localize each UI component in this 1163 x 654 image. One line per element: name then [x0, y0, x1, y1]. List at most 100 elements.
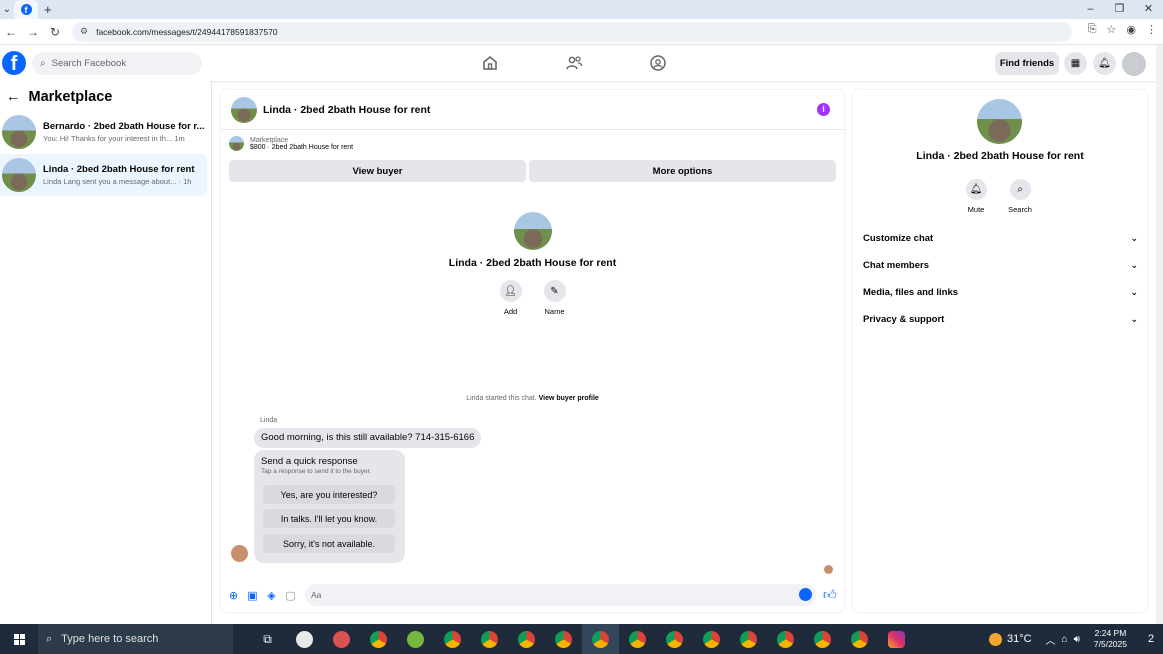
- back-arrow-icon[interactable]: ←: [0, 25, 22, 39]
- chrome-icon[interactable]: [434, 624, 471, 654]
- utorrent-icon[interactable]: [397, 624, 434, 654]
- chrome-icon[interactable]: [656, 624, 693, 654]
- chat-avatar[interactable]: [231, 96, 257, 123]
- message-input[interactable]: Aa: [305, 584, 816, 606]
- chrome-icon[interactable]: [693, 624, 730, 654]
- task-view-icon[interactable]: ⧉: [249, 624, 286, 654]
- browser-tab-facebook[interactable]: f: [14, 0, 38, 19]
- media-files-links-section[interactable]: Media, files and links ⌄: [863, 282, 1138, 302]
- chrome-icon[interactable]: [730, 624, 767, 654]
- photo-icon[interactable]: ▣: [246, 590, 259, 603]
- name-label: Name: [544, 307, 565, 316]
- gif-icon[interactable]: ▢: [284, 590, 297, 603]
- windows-taskbar: ⌕ Type here to search ⧉ 31°C ︿ ⌂ 🔊︎ 2:24…: [0, 624, 1163, 654]
- find-friends-button[interactable]: Find friends: [995, 52, 1059, 75]
- chrome-icon-active[interactable]: [582, 624, 619, 654]
- chrome-icon[interactable]: [619, 624, 656, 654]
- view-buyer-profile-link[interactable]: View buyer profile: [539, 395, 599, 402]
- notification-center-icon[interactable]: 2: [1139, 633, 1163, 645]
- facebook-logo-icon[interactable]: f: [2, 51, 26, 75]
- notifications-bell-icon[interactable]: 🔔︎: [1093, 52, 1116, 75]
- instagram-icon[interactable]: [878, 624, 915, 654]
- address-bar[interactable]: ⚙ facebook.com/messages/t/24944178591837…: [72, 21, 1072, 42]
- search-chat-button[interactable]: ⌕ Search: [1008, 179, 1032, 214]
- customize-chat-section[interactable]: Customize chat ⌄: [863, 228, 1138, 248]
- marketplace-sidebar: ← Marketplace Bernardo · 2bed 2bath Hous…: [0, 81, 212, 624]
- message-bubble[interactable]: Good morning, is this still available? 7…: [254, 428, 482, 448]
- name-chat-button[interactable]: ✎ Name: [543, 280, 566, 316]
- chat-intro: Linda · 2bed 2bath House for rent 👤︎ Add…: [221, 212, 844, 316]
- install-app-icon[interactable]: ⎘: [1088, 23, 1097, 36]
- privacy-support-section[interactable]: Privacy & support ⌄: [863, 309, 1138, 329]
- taskbar-app-icon[interactable]: [286, 624, 323, 654]
- profile-icon[interactable]: ◉: [1126, 23, 1136, 36]
- friends-icon[interactable]: [565, 54, 583, 72]
- view-buyer-button[interactable]: View buyer: [229, 160, 526, 182]
- chrome-icon[interactable]: [767, 624, 804, 654]
- back-arrow-icon[interactable]: ←: [6, 89, 21, 105]
- thumbs-up-icon[interactable]: 👍︎: [823, 587, 837, 603]
- chrome-icon[interactable]: [508, 624, 545, 654]
- network-icon[interactable]: ⌂: [1062, 634, 1068, 645]
- chrome-icon[interactable]: [471, 624, 508, 654]
- weather-icon: [988, 632, 1002, 646]
- sender-avatar[interactable]: [231, 545, 248, 562]
- mute-label: Mute: [967, 205, 985, 214]
- tab-search-chevron-icon[interactable]: ⌄: [0, 4, 14, 15]
- menu-grid-icon[interactable]: ▦: [1064, 52, 1087, 75]
- plus-icon[interactable]: ⊕: [227, 590, 240, 603]
- message-composer: ⊕ ▣ ◈ ▢ Aa 👍︎: [221, 584, 844, 608]
- tray-chevron-icon[interactable]: ︿: [1046, 632, 1056, 647]
- chrome-icon[interactable]: [545, 624, 582, 654]
- restore-button[interactable]: ❐: [1105, 0, 1134, 19]
- taskbar-search-box[interactable]: ⌕ Type here to search: [38, 624, 233, 654]
- minimize-button[interactable]: –: [1076, 0, 1105, 19]
- info-icon[interactable]: i: [817, 103, 830, 116]
- chrome-icon[interactable]: [360, 624, 397, 654]
- listing-summary[interactable]: Marketplace $800 · 2bed 2bath House for …: [229, 136, 353, 151]
- sidebar-header: ← Marketplace: [6, 89, 112, 105]
- bookmark-star-icon[interactable]: ☆: [1107, 23, 1117, 36]
- add-member-button[interactable]: 👤︎ Add: [499, 280, 522, 316]
- chat-members-section[interactable]: Chat members ⌄: [863, 255, 1138, 275]
- marketplace-label: Marketplace: [250, 136, 289, 144]
- start-button[interactable]: [0, 624, 38, 654]
- taskbar-app-icon[interactable]: [323, 624, 360, 654]
- conversation-item[interactable]: Bernardo · 2bed 2bath House for r... You…: [0, 111, 207, 153]
- chat-title[interactable]: Linda · 2bed 2bath House for rent: [263, 104, 430, 116]
- forward-arrow-icon[interactable]: →: [22, 25, 44, 39]
- facebook-search-input[interactable]: ⌕ Search Facebook: [32, 52, 202, 75]
- system-clock[interactable]: 2:24 PM 7/5/2025: [1094, 628, 1127, 650]
- quick-response-button[interactable]: Yes, are you interested?: [263, 485, 395, 504]
- chrome-icon[interactable]: [841, 624, 878, 654]
- message-input-placeholder: Aa: [311, 590, 322, 600]
- sticker-icon[interactable]: ◈: [265, 590, 278, 603]
- conversation-name: Bernardo · 2bed 2bath House for r...: [43, 121, 205, 132]
- conversation-preview: Linda Lang sent you a message about... ·…: [43, 177, 192, 186]
- page-scrollbar[interactable]: [1156, 45, 1163, 624]
- section-label: Customize chat: [863, 232, 934, 244]
- close-window-button[interactable]: ✕: [1134, 0, 1163, 19]
- search-icon: ⌕: [46, 632, 53, 645]
- message-sender: Linda: [260, 417, 278, 424]
- chrome-icon[interactable]: [804, 624, 841, 654]
- chat-intro-avatar: [513, 212, 552, 250]
- reload-icon[interactable]: ↻: [44, 25, 66, 39]
- quick-response-button[interactable]: Sorry, it's not available.: [263, 534, 395, 553]
- conversation-name: Linda · 2bed 2bath House for rent: [43, 164, 195, 175]
- mute-button[interactable]: 🔔︎ Mute: [965, 179, 987, 214]
- account-avatar[interactable]: [1122, 52, 1146, 76]
- conversation-item-selected[interactable]: Linda · 2bed 2bath House for rent Linda …: [0, 154, 207, 196]
- emoji-icon[interactable]: [799, 588, 812, 601]
- site-settings-icon[interactable]: ⚙: [80, 26, 88, 37]
- volume-icon[interactable]: 🔊︎: [1074, 634, 1080, 645]
- groups-icon[interactable]: [649, 54, 667, 72]
- menu-kebab-icon[interactable]: ⋮: [1146, 23, 1157, 36]
- browser-toolbar: ← → ↻ ⚙ facebook.com/messages/t/24944178…: [0, 19, 1163, 45]
- windows-logo-icon: [13, 633, 25, 645]
- new-tab-button[interactable]: +: [44, 2, 52, 17]
- home-icon[interactable]: [481, 54, 499, 72]
- weather-widget[interactable]: 31°C: [988, 632, 1032, 646]
- more-options-button[interactable]: More options: [529, 160, 836, 182]
- quick-response-button[interactable]: In talks. I'll let you know.: [263, 509, 395, 528]
